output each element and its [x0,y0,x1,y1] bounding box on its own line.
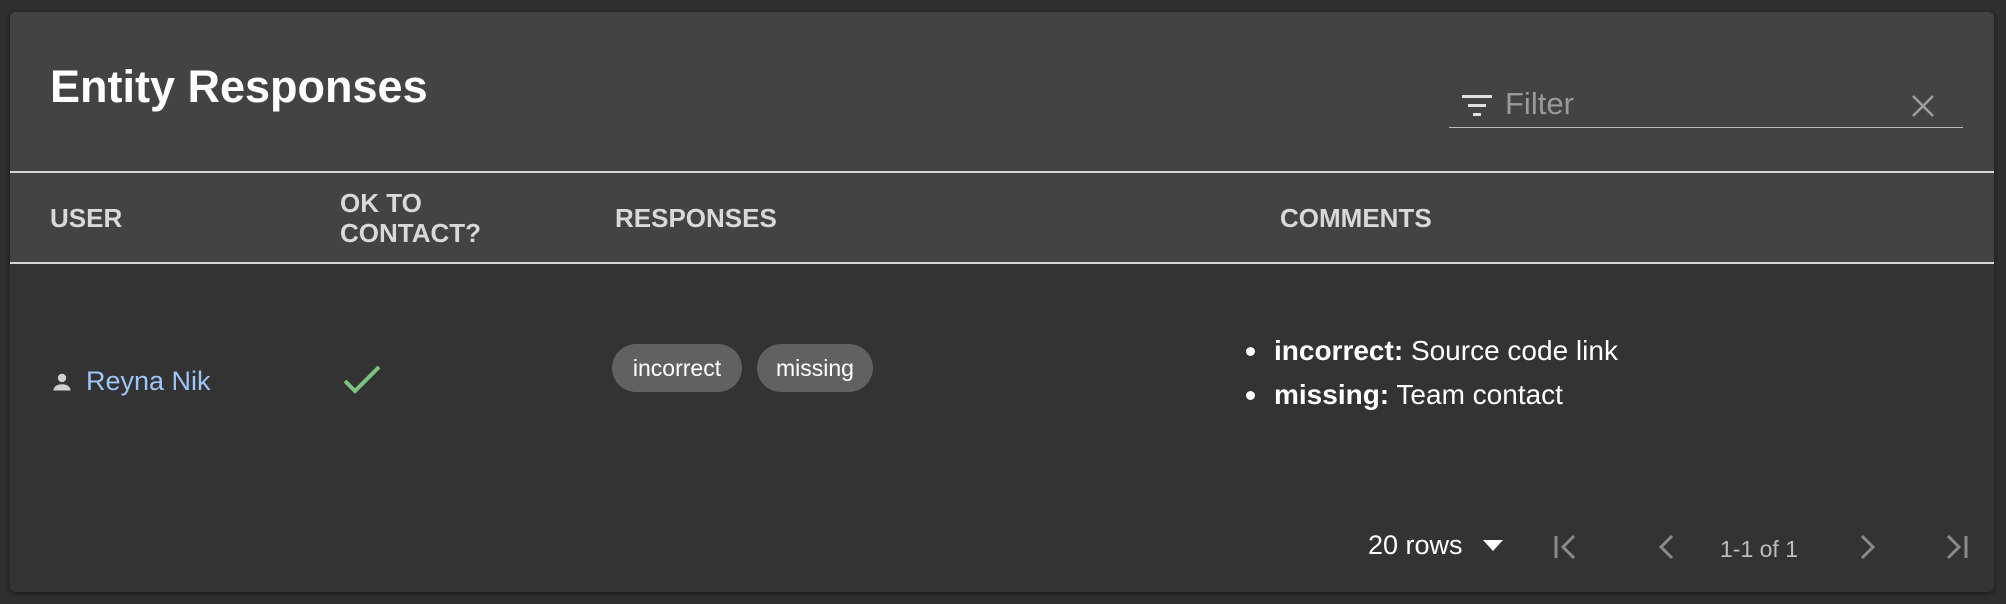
column-header-ok-to-contact: OK TO CONTACT? [340,188,482,248]
filter-icon [1462,95,1492,116]
comments-list: incorrect: Source code link missing: Tea… [1244,329,1618,417]
filter-field[interactable] [1449,72,1963,128]
table-header: USER OK TO CONTACT? RESPONSES COMMENTS [10,173,1994,262]
comment-item: incorrect: Source code link [1244,329,1618,373]
column-header-responses: RESPONSES [615,203,777,233]
user-link[interactable]: Reyna Nik [86,366,211,397]
rows-per-page-select[interactable]: 20 rows [1368,530,1503,561]
person-icon [53,373,71,390]
column-header-comments: COMMENTS [1280,203,1432,233]
last-page-icon[interactable] [1938,530,1972,564]
response-chip-incorrect: incorrect [612,344,742,392]
chevron-right-icon[interactable] [1850,530,1884,564]
comment-label: incorrect: [1274,335,1404,366]
caret-down-icon [1482,540,1503,551]
response-chip-missing: missing [757,344,873,392]
column-header-user: USER [50,203,123,233]
comment-label: missing: [1274,379,1390,410]
filter-input[interactable] [1505,84,1895,124]
comment-item: missing: Team contact [1244,373,1618,417]
check-icon [343,365,381,394]
entity-responses-panel: Entity Responses USER OK TO CONTACT? RES… [10,12,1994,592]
table-row: Reyna Nik incorrect missing incorrect: S… [10,264,1994,492]
comment-text: Source code link [1410,335,1618,366]
rows-per-page-label: 20 rows [1368,530,1463,560]
first-page-icon[interactable] [1550,530,1584,564]
page-title: Entity Responses [50,61,428,112]
close-icon[interactable] [1909,92,1937,120]
user-cell[interactable]: Reyna Nik [50,366,211,397]
pagination-bar: 20 rows 1-1 of 1 [10,492,1994,592]
comment-text: Team contact [1396,379,1563,410]
page-range: 1-1 of 1 [1720,536,1798,562]
panel-header: Entity Responses [10,12,1994,171]
chevron-left-icon[interactable] [1650,530,1684,564]
